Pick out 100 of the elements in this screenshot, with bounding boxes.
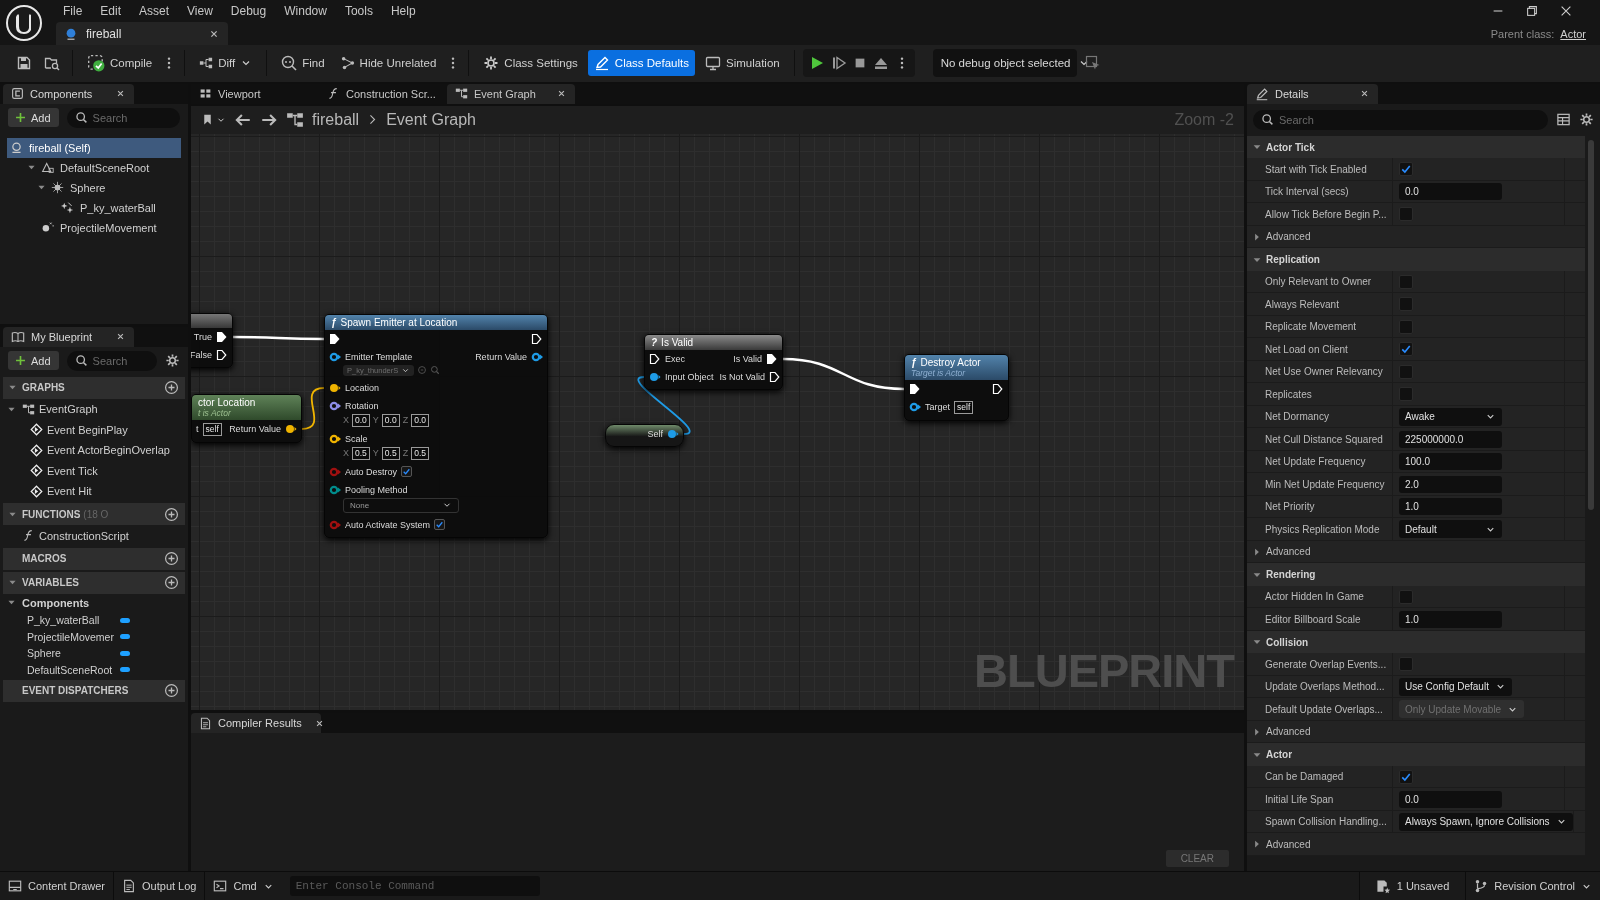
bookmark-icon[interactable] (201, 113, 214, 127)
data-pin[interactable] (909, 401, 921, 414)
exec-pin[interactable] (768, 370, 781, 383)
search-box[interactable]: Search (66, 107, 180, 128)
data-pin[interactable] (285, 422, 297, 435)
number-field[interactable]: 1.0 (1399, 498, 1502, 516)
number-field[interactable]: 0.0 (1399, 183, 1502, 201)
checkbox[interactable] (1399, 387, 1413, 402)
dropdown[interactable]: Always Spawn, Ignore Collisions (1399, 812, 1573, 831)
menu-item[interactable]: Tools (335, 4, 382, 18)
advanced-toggle[interactable]: Advanced (1247, 720, 1585, 744)
dropdown[interactable]: Use Config Default (1399, 677, 1512, 696)
restore-icon[interactable] (1524, 4, 1539, 18)
console-input[interactable]: Enter Console Command (295, 880, 534, 893)
checkbox[interactable] (1399, 162, 1413, 177)
value-field[interactable]: self (202, 422, 222, 436)
number-field[interactable]: 0.5 (352, 446, 370, 460)
advanced-toggle[interactable]: Advanced (1247, 225, 1585, 249)
number-field[interactable]: 0.0 (1399, 790, 1502, 808)
document-tab[interactable]: fireball (56, 22, 228, 45)
tree-item[interactable]: fireball (Self) (7, 137, 181, 158)
category-header[interactable]: Rendering (1247, 563, 1585, 586)
dropdown[interactable]: Default (1399, 520, 1502, 539)
exec-pin[interactable] (649, 352, 661, 365)
exec-pin[interactable] (992, 382, 1004, 395)
dropdown[interactable]: None (343, 497, 459, 513)
exec-pin[interactable] (329, 332, 341, 345)
diff-button[interactable]: Diff (193, 50, 259, 77)
data-pin[interactable] (329, 350, 341, 363)
exec-pin[interactable] (909, 382, 921, 395)
mode-button[interactable]: Simulation (699, 50, 786, 77)
mode-button[interactable]: Class Defaults (587, 50, 695, 77)
data-pin[interactable] (329, 381, 341, 394)
add-icon[interactable] (164, 575, 179, 591)
data-pin[interactable] (329, 432, 341, 445)
checkbox[interactable] (401, 466, 413, 478)
checkbox[interactable] (1399, 319, 1413, 334)
variable-item[interactable]: P_ky_waterBall (0, 611, 188, 629)
number-field[interactable]: 2.0 (1399, 475, 1502, 493)
category-header[interactable]: Collision (1247, 630, 1585, 654)
editor-tab[interactable]: Viewport (191, 83, 319, 104)
variable-item[interactable]: DefaultSceneRoot (0, 661, 188, 678)
compile-button[interactable]: Compile (81, 50, 159, 77)
add-icon[interactable] (164, 506, 179, 522)
editor-tab[interactable]: Event Graph (447, 83, 575, 104)
search-field[interactable]: Search (92, 111, 172, 124)
checkbox[interactable] (1399, 297, 1413, 312)
number-field[interactable]: 0.0 (381, 413, 400, 427)
search-field[interactable]: Search (92, 354, 149, 367)
data-pin[interactable] (329, 483, 341, 496)
exec-pin[interactable] (766, 352, 778, 365)
checkbox[interactable] (1399, 657, 1413, 672)
checkbox[interactable] (1399, 342, 1413, 357)
content-drawer-button[interactable]: Content Drawer (0, 872, 115, 900)
tree-item[interactable]: Event ActorBeginOverlap (0, 439, 188, 461)
search-field[interactable]: Search (1279, 113, 1540, 126)
dropdown[interactable]: Awake (1399, 407, 1502, 426)
table-icon[interactable] (1556, 112, 1571, 128)
revision-control-button[interactable]: Revision Control (1465, 872, 1600, 900)
hide-unrelated-button[interactable]: Hide Unrelated (334, 50, 443, 77)
add-icon[interactable] (164, 551, 179, 567)
tree-item[interactable]: ConstructionScript (0, 525, 188, 546)
checkbox[interactable] (1399, 274, 1413, 289)
parent-class-link[interactable]: Actor (1560, 27, 1586, 40)
checkbox[interactable] (1399, 364, 1413, 379)
tree-item[interactable]: Event Hit (0, 480, 188, 502)
checkbox[interactable] (1399, 769, 1413, 784)
save-icon[interactable] (16, 55, 32, 72)
category-header[interactable]: Actor (1247, 743, 1585, 766)
tree-item[interactable]: Event Tick (0, 460, 188, 481)
panel-tab[interactable]: My Blueprint (3, 326, 134, 347)
search-box[interactable]: Search (1253, 109, 1548, 130)
tree-item[interactable]: DefaultSceneRoot (7, 157, 181, 178)
checkbox[interactable] (1399, 207, 1413, 222)
number-field[interactable]: 0.5 (411, 446, 429, 460)
settings-icon[interactable] (1579, 112, 1594, 128)
settings-icon[interactable] (165, 353, 180, 369)
number-field[interactable]: 225000000.0 (1399, 430, 1502, 448)
search-box[interactable]: Search (66, 350, 157, 371)
category-header[interactable]: Replication (1247, 248, 1585, 271)
checkbox[interactable] (434, 519, 446, 531)
menu-item[interactable]: View (178, 4, 222, 18)
panel-tab[interactable]: Compiler Results (191, 713, 321, 734)
tree-item[interactable]: Sphere (7, 177, 181, 198)
data-pin[interactable] (667, 427, 679, 440)
category-item[interactable]: Components (0, 593, 188, 612)
unsaved-button[interactable]: 1 Unsaved (1358, 872, 1466, 900)
breadcrumb-item[interactable]: fireball (312, 110, 360, 129)
number-field[interactable]: 100.0 (1399, 453, 1502, 471)
menu-item[interactable]: Help (381, 4, 425, 18)
folder-search-icon[interactable] (44, 55, 60, 72)
add-button[interactable]: Add (8, 351, 59, 371)
variable-item[interactable]: Sphere (0, 644, 188, 662)
number-field[interactable]: 0.0 (411, 413, 429, 427)
menu-item[interactable]: Edit (91, 4, 131, 18)
exec-pin[interactable] (531, 332, 543, 345)
tree-item[interactable]: EventGraph (0, 398, 188, 420)
section-header[interactable]: MACROS (3, 547, 185, 570)
find-button[interactable]: Find (275, 50, 331, 77)
section-header[interactable]: VARIABLES (3, 571, 185, 594)
